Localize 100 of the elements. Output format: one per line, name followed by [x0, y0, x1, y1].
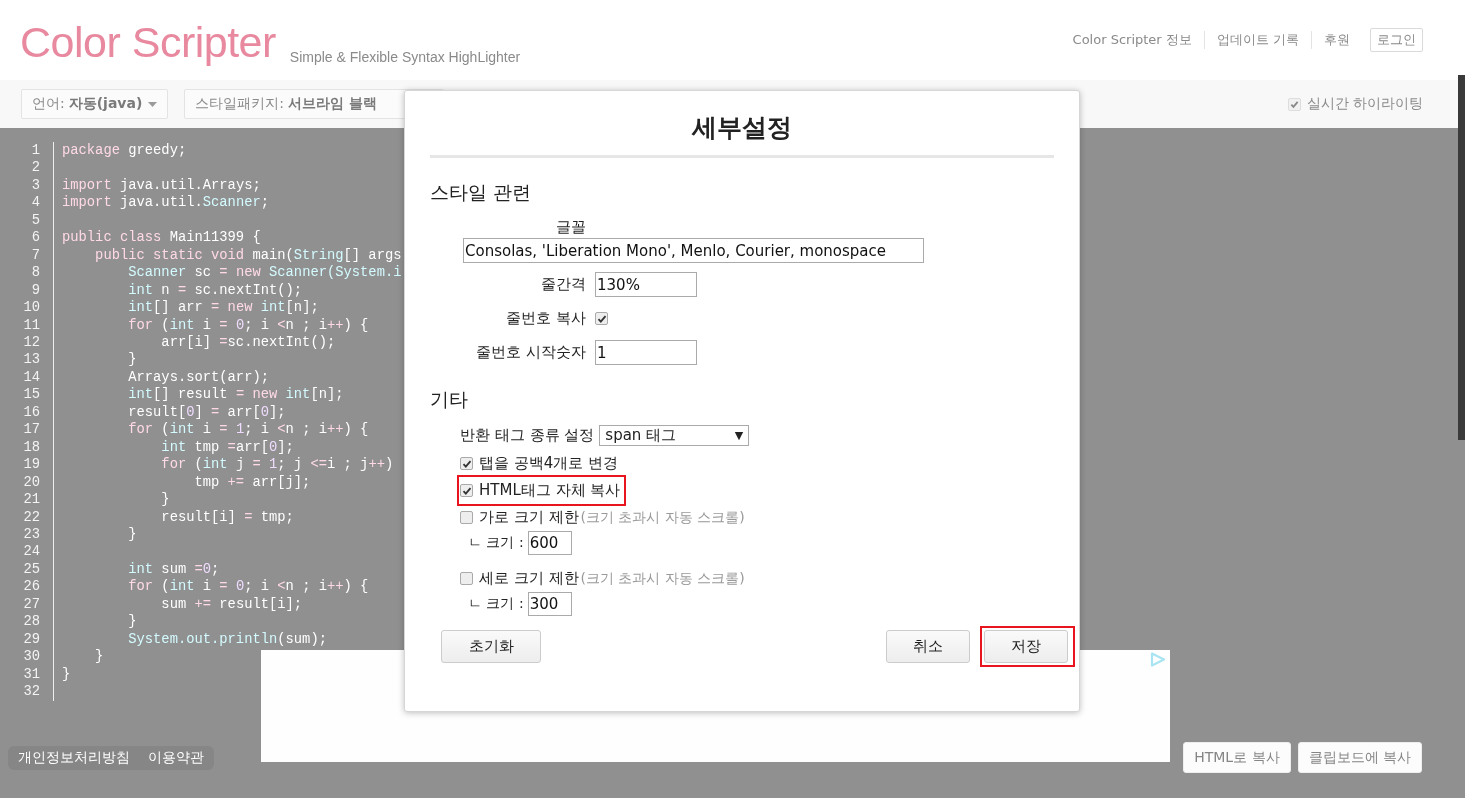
checkbox-label: 탭을 공백4개로 변경 — [479, 454, 619, 473]
code-line: int tmp =arr[0]; — [160, 439, 294, 455]
code-line: sum += result[i]; — [160, 596, 303, 612]
line-number: 20 — [0, 473, 54, 492]
reset-button[interactable]: 초기화 — [441, 630, 541, 663]
code-line: int[] arr = new int[n]; — [127, 300, 319, 316]
code-line: import java.util.Scanner; — [62, 195, 269, 211]
code-line: for (int i = 0; i <n ; i++) { — [127, 579, 369, 595]
checkbox-label: 세로 크기 제한 — [479, 569, 579, 588]
line-number: 17 — [0, 421, 54, 439]
section-heading: 기타 — [430, 387, 469, 412]
checkbox[interactable] — [460, 572, 473, 585]
cancel-button[interactable]: 취소 — [886, 630, 970, 663]
nav-link[interactable]: 업데이트 기록 — [1204, 31, 1312, 49]
line-number: 2 — [0, 159, 54, 177]
code-line: int sum =0; — [127, 561, 220, 577]
checkbox[interactable] — [460, 484, 473, 497]
code-line: Arrays.sort(arr); — [127, 369, 269, 385]
line-number: 24 — [0, 543, 54, 561]
dropdown[interactable]: 언어: 자동(java) — [21, 89, 169, 119]
code-line: arr[i] =sc.nextInt(); — [160, 335, 336, 350]
select-field[interactable]: span 태그 ▼ — [599, 425, 750, 446]
code-line: } — [94, 649, 104, 665]
line-number: 8 — [0, 264, 54, 282]
code-line: package greedy; — [62, 143, 187, 158]
line-number: 22 — [0, 508, 54, 526]
input-field[interactable]: Consolas, 'Liberation Mono', Menlo, Courier, monospace — [463, 238, 924, 263]
field-label: 줄간격 — [540, 275, 586, 294]
checkbox-label: 실시간 하이라이팅 — [1306, 95, 1423, 113]
line-number: 26 — [0, 578, 54, 596]
code-line: } — [127, 526, 137, 542]
field-label: ㄴ 크기 : — [468, 534, 524, 552]
line-number: 1 — [0, 142, 54, 160]
copy-button[interactable]: 클립보드에 복사 — [1297, 742, 1422, 773]
check-icon — [461, 485, 472, 496]
input-field[interactable]: 1 — [595, 340, 697, 365]
code-line: System.out.println(sum); — [127, 631, 327, 647]
line-number: 15 — [0, 386, 54, 404]
code-line: for (int i = 0; i <n ; i++) { — [127, 317, 369, 333]
save-button[interactable]: 저장 — [984, 630, 1068, 663]
code-line: public static void main(String[] args — [94, 247, 402, 263]
input-field[interactable]: 300 — [527, 592, 572, 616]
line-number: 6 — [0, 229, 54, 247]
checkbox[interactable] — [460, 457, 473, 470]
line-number: 30 — [0, 648, 54, 666]
checkbox[interactable] — [595, 312, 608, 325]
code-line: } — [127, 352, 137, 368]
code-line: Scanner sc = new Scanner(System.i — [127, 265, 402, 281]
code-line: result[0] = arr[0]; — [127, 404, 286, 420]
line-number: 7 — [0, 246, 54, 265]
line-number: 32 — [0, 683, 54, 701]
login-button[interactable]: 로그인 — [1370, 28, 1423, 52]
input-field[interactable]: 600 — [527, 531, 572, 555]
code-line: } — [127, 614, 137, 630]
code-line: int n = sc.nextInt(); — [127, 282, 303, 298]
footer-link[interactable]: 이용약관 — [148, 748, 204, 767]
code-line: public class Main11399 { — [62, 230, 261, 246]
line-number: 14 — [0, 368, 54, 387]
code-line: } — [62, 666, 71, 682]
line-number: 21 — [0, 491, 54, 509]
section-heading: 스타일 관련 — [430, 180, 533, 205]
code-line: for (int j = 1; j <=i ; j++) — [160, 457, 394, 473]
scrollbar[interactable] — [1458, 75, 1465, 440]
field-label: 줄번호 시작숫자 — [475, 343, 586, 362]
line-number: 10 — [0, 299, 54, 317]
line-number: 16 — [0, 403, 54, 422]
checkbox[interactable] — [460, 511, 473, 524]
nav-link[interactable]: 후원 — [1312, 31, 1362, 49]
line-number: 27 — [0, 595, 54, 614]
footer-link[interactable]: 개인정보처리방침 — [18, 748, 130, 767]
line-number: 31 — [0, 665, 54, 684]
line-number: 12 — [0, 334, 54, 352]
line-number: 5 — [0, 211, 54, 230]
tagline: Simple & Flexible Syntax HighLighter — [289, 48, 521, 65]
code-line: tmp += arr[j]; — [193, 474, 311, 490]
dialog-title: 세부설정 — [690, 112, 793, 144]
line-number: 29 — [0, 630, 54, 649]
logo[interactable]: Color Scripter — [20, 17, 276, 67]
field-label: 글꼴 — [555, 218, 587, 237]
input-field[interactable]: 130% — [595, 272, 697, 297]
line-number: 9 — [0, 281, 54, 300]
check-icon — [1289, 99, 1299, 109]
code-line: result[i] = tmp; — [160, 509, 294, 525]
field-label: 반환 태그 종류 설정 — [460, 426, 595, 445]
code-line: import java.util.Arrays; — [62, 177, 261, 193]
line-number: 3 — [0, 176, 54, 195]
line-number: 13 — [0, 351, 54, 369]
nav-link[interactable]: Color Scripter 정보 — [1060, 31, 1205, 49]
checkbox-label: HTML태그 자체 복사 — [479, 481, 621, 500]
line-number: 25 — [0, 560, 54, 579]
line-number: 11 — [0, 316, 54, 334]
field-label: 줄번호 복사 — [505, 309, 586, 328]
check-icon — [596, 313, 607, 324]
line-number: 18 — [0, 438, 54, 457]
hint-text: (크기 초과시 자동 스크롤) — [580, 569, 745, 588]
code-line: for (int i = 1; i <n ; i++) { — [127, 422, 369, 438]
code-line: int[] result = new int[n]; — [127, 387, 344, 403]
line-number: 19 — [0, 456, 54, 474]
copy-button[interactable]: HTML로 복사 — [1183, 742, 1291, 773]
check-icon — [461, 458, 472, 469]
